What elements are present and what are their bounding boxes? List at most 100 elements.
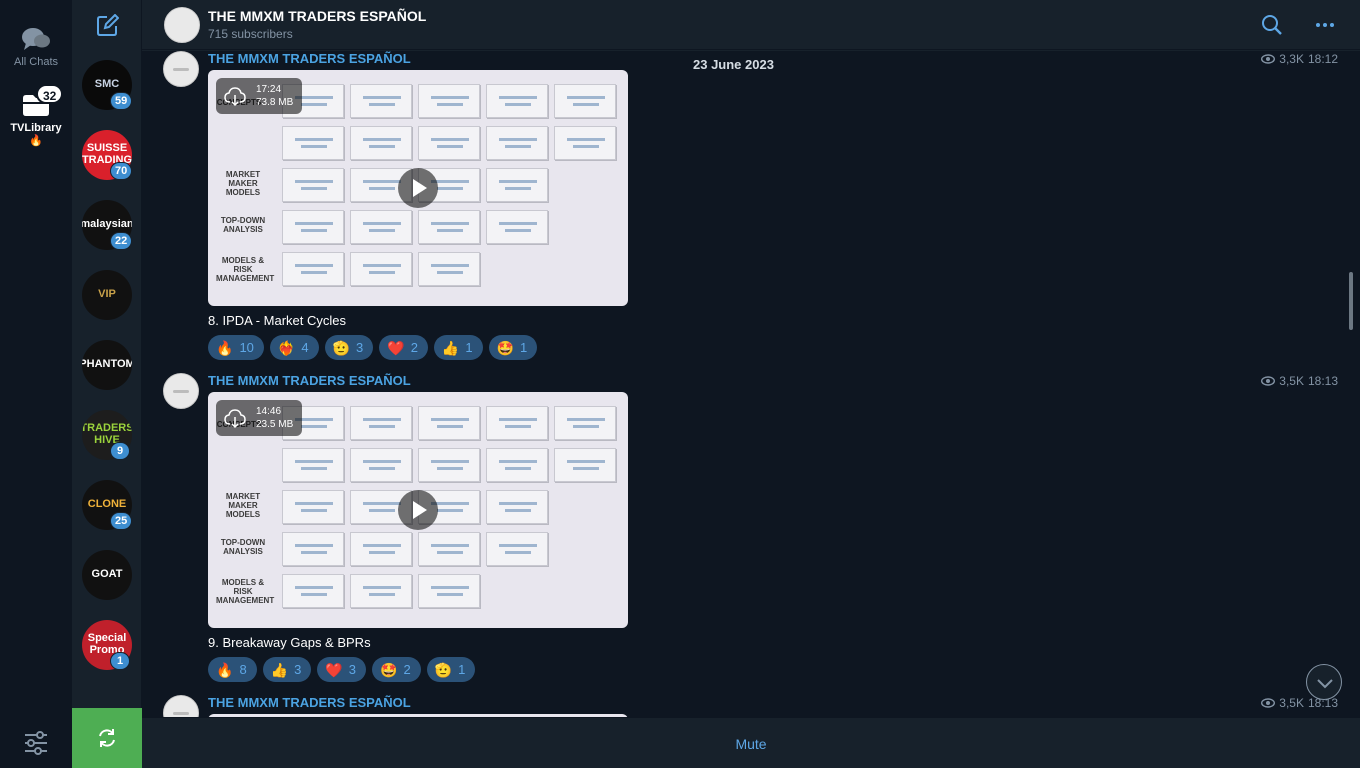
slide-tile — [350, 84, 412, 118]
slide-tile — [418, 84, 480, 118]
slide-tile — [350, 448, 412, 482]
post-caption: 9. Breakaway Gaps & BPRs — [208, 635, 371, 650]
slide-tile — [554, 84, 616, 118]
views-eye-icon — [1261, 698, 1276, 708]
reaction-chip[interactable]: ❤️‍🔥 4 — [269, 335, 319, 360]
slide-tile — [282, 252, 344, 286]
folder-tvlibrary-emoji: 🔥 — [29, 135, 43, 147]
subscriber-count: 715 subscribers — [208, 27, 293, 41]
views-eye-icon — [1261, 376, 1276, 386]
reaction-chip[interactable]: 🫡 1 — [426, 657, 476, 682]
post-avatar[interactable] — [163, 695, 199, 717]
post-author[interactable]: THE MMXM TRADERS ESPAÑOL — [208, 373, 411, 388]
telegram-app: All Chats TVLibrary 🔥 32 SMC 59 SUISSE TRA… — [0, 0, 1360, 768]
slide-tile — [282, 490, 344, 524]
post-meta: 3,3K 18:12 — [1261, 52, 1338, 66]
folder-unread-badge: 32 — [36, 84, 64, 104]
reaction-emoji: 👍 — [270, 661, 289, 678]
compose-icon[interactable] — [97, 14, 119, 36]
views-eye-icon — [1261, 54, 1276, 64]
mute-button[interactable]: Mute — [142, 718, 1360, 768]
slide-tile — [282, 532, 344, 566]
reaction-chip[interactable]: ❤️ 2 — [379, 335, 428, 360]
reaction-emoji: ❤️ — [325, 661, 343, 678]
search-icon[interactable] — [1261, 14, 1283, 36]
cloud-download-icon[interactable] — [224, 85, 246, 107]
chat-avatar[interactable]: VIP — [82, 270, 132, 320]
reactions-bar: 🔥 10 ❤️‍🔥 4 🫡 3 ❤️ 2 👍 1 🤩 1 — [208, 335, 538, 360]
post-author[interactable]: THE MMXM TRADERS ESPAÑOL — [208, 51, 411, 66]
more-icon[interactable] — [1314, 14, 1336, 36]
sliders-icon[interactable] — [22, 730, 50, 756]
folder-tvlibrary[interactable]: TVLibrary 🔥 — [0, 92, 72, 147]
reaction-chip[interactable]: ❤️ 3 — [317, 657, 367, 682]
reaction-chip[interactable]: 👍 1 — [433, 335, 483, 360]
slide-tile — [282, 574, 344, 608]
chevron-down-icon — [1317, 679, 1333, 689]
reaction-chip[interactable]: 🔥 8 — [208, 657, 257, 682]
unread-badge: 59 — [110, 92, 133, 110]
slide-tile — [418, 126, 480, 160]
reaction-count: 2 — [410, 340, 418, 355]
scroll-down-button[interactable] — [1306, 664, 1342, 700]
refresh-button[interactable] — [72, 708, 142, 768]
video-thumbnail[interactable]: CONCEPTSMARKET MAKER MODELSTOP-DOWN ANAL… — [208, 70, 628, 306]
slide-label: MODELS & RISK MANAGEMENT — [216, 578, 275, 605]
chat-avatar-text: SMC — [94, 78, 120, 91]
video-info: 14:46 23.5 MB — [216, 400, 302, 436]
reaction-chip[interactable]: 🤩 2 — [372, 657, 421, 682]
reaction-chip[interactable]: 👍 3 — [262, 657, 312, 682]
reaction-count: 8 — [239, 662, 247, 677]
post-time: 18:12 — [1307, 52, 1338, 66]
post-avatar[interactable] — [163, 373, 199, 409]
cloud-download-icon[interactable] — [224, 407, 246, 429]
message-history: 23 June 2023 THE MMXM TRADERS ESPAÑOL 3,3… — [142, 51, 1360, 717]
channel-avatar[interactable] — [164, 7, 200, 43]
reaction-chip[interactable]: 🤩 1 — [488, 335, 538, 360]
video-duration: 14:46 — [256, 406, 282, 417]
refresh-icon — [99, 729, 115, 747]
slide-tile — [418, 574, 480, 608]
view-count: 3,5K — [1279, 696, 1304, 710]
slide-tile — [282, 448, 344, 482]
reaction-emoji: 👍 — [441, 339, 460, 356]
reaction-emoji: 🤩 — [496, 339, 515, 356]
slide-tile — [282, 210, 344, 244]
messages-scrollbar[interactable] — [1349, 272, 1353, 330]
video-size: 23.5 MB — [256, 419, 294, 430]
post-author[interactable]: THE MMXM TRADERS ESPAÑOL — [208, 695, 411, 710]
chat-avatar[interactable]: PHANTOM — [82, 340, 132, 390]
channel-post: THE MMXM TRADERS ESPAÑOL 3,3K18:12 CONCEPT… — [142, 51, 1360, 371]
reaction-chip[interactable]: 🔥 10 — [208, 335, 264, 360]
channel-title[interactable]: THE MMXM TRADERS ESPAÑOL — [208, 8, 426, 24]
slide-label: TOP-DOWN ANALYSIS — [220, 216, 266, 234]
reaction-count: 10 — [239, 340, 254, 355]
post-avatar[interactable] — [163, 51, 199, 87]
folder-all-chats[interactable]: All Chats — [0, 26, 72, 68]
channel-post: THE MMXM TRADERS ESPAÑOL 3,5K18:13 CONCEPT… — [142, 373, 1360, 693]
slide-tile — [486, 448, 548, 482]
chat-header: THE MMXM TRADERS ESPAÑOL 715 subscribers — [142, 0, 1360, 50]
chat-avatar-text: malaysian — [82, 218, 132, 231]
view-count: 3,3K — [1279, 52, 1304, 66]
reaction-emoji: 🔥 — [216, 661, 234, 678]
reaction-count: 1 — [465, 340, 473, 355]
slide-tile — [350, 210, 412, 244]
play-button[interactable] — [398, 490, 438, 530]
post-time: 18:13 — [1307, 374, 1338, 388]
reaction-chip[interactable]: 🫡 3 — [324, 335, 374, 360]
play-button[interactable] — [398, 168, 438, 208]
video-thumbnail[interactable]: CONCEPTSMARKET MAKER MODELSTOP-DOWN ANAL… — [208, 392, 628, 628]
slide-tile — [486, 168, 548, 202]
slide-tile — [554, 448, 616, 482]
reactions-bar: 🔥 8 👍 3 ❤️ 3 🤩 2 🫡 1 — [208, 657, 476, 682]
chat-list: SMC 59 SUISSE TRADING 70 malaysian 22 VIP PHANT… — [72, 0, 209, 768]
folder-all-chats-label: All Chats — [13, 56, 59, 68]
chat-avatar[interactable]: GOAT — [82, 550, 132, 600]
slide-tile — [486, 210, 548, 244]
slide-tile — [486, 84, 548, 118]
reaction-count: 3 — [356, 340, 364, 355]
chat-avatar-text: VIP — [98, 288, 116, 301]
post-meta: 3,5K 18:13 — [1261, 374, 1338, 388]
video-duration: 17:24 — [256, 84, 282, 95]
